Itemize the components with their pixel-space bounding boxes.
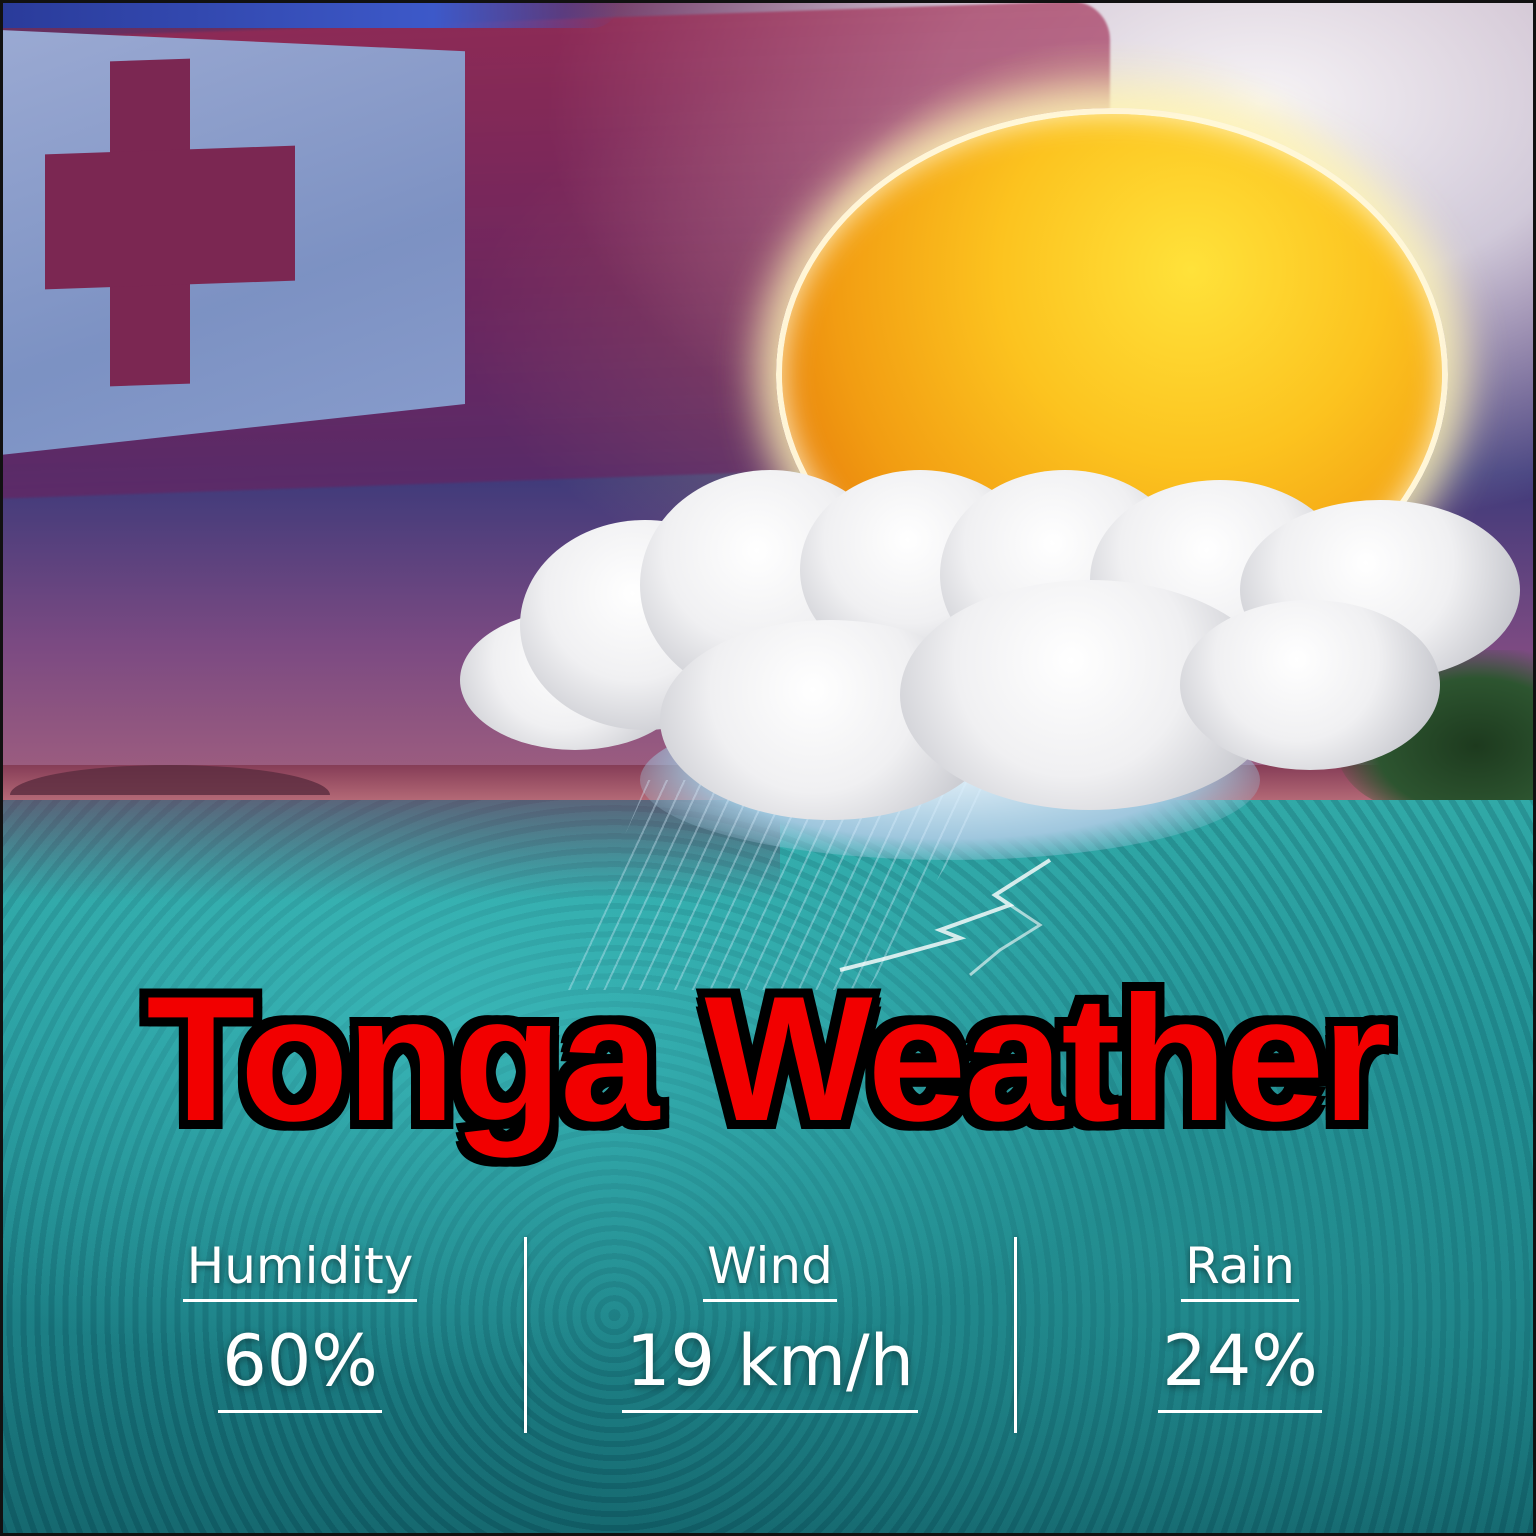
wind-label: Wind <box>703 1235 837 1302</box>
stat-rain: Rain 24% <box>1090 1235 1390 1413</box>
flag-top-edge <box>0 0 620 28</box>
weather-card: Tonga Weather Humidity 60% Wind 19 km/h … <box>0 0 1536 1536</box>
rain-label: Rain <box>1181 1235 1299 1302</box>
rain-value: 24% <box>1158 1316 1322 1413</box>
humidity-value: 60% <box>218 1316 382 1413</box>
page-title: Tonga Weather <box>143 955 1395 1161</box>
stat-wind: Wind 19 km/h <box>600 1235 940 1413</box>
weather-stats: Humidity 60% Wind 19 km/h Rain 24% <box>150 1235 1390 1435</box>
humidity-label: Humidity <box>182 1235 418 1302</box>
wind-value: 19 km/h <box>622 1316 918 1413</box>
stat-divider <box>523 1237 527 1433</box>
tonga-flag-cross-horizontal <box>45 145 295 290</box>
stat-divider <box>1013 1237 1017 1433</box>
stat-humidity: Humidity 60% <box>150 1235 450 1413</box>
title-banner: Tonga Weather <box>0 955 1536 1161</box>
